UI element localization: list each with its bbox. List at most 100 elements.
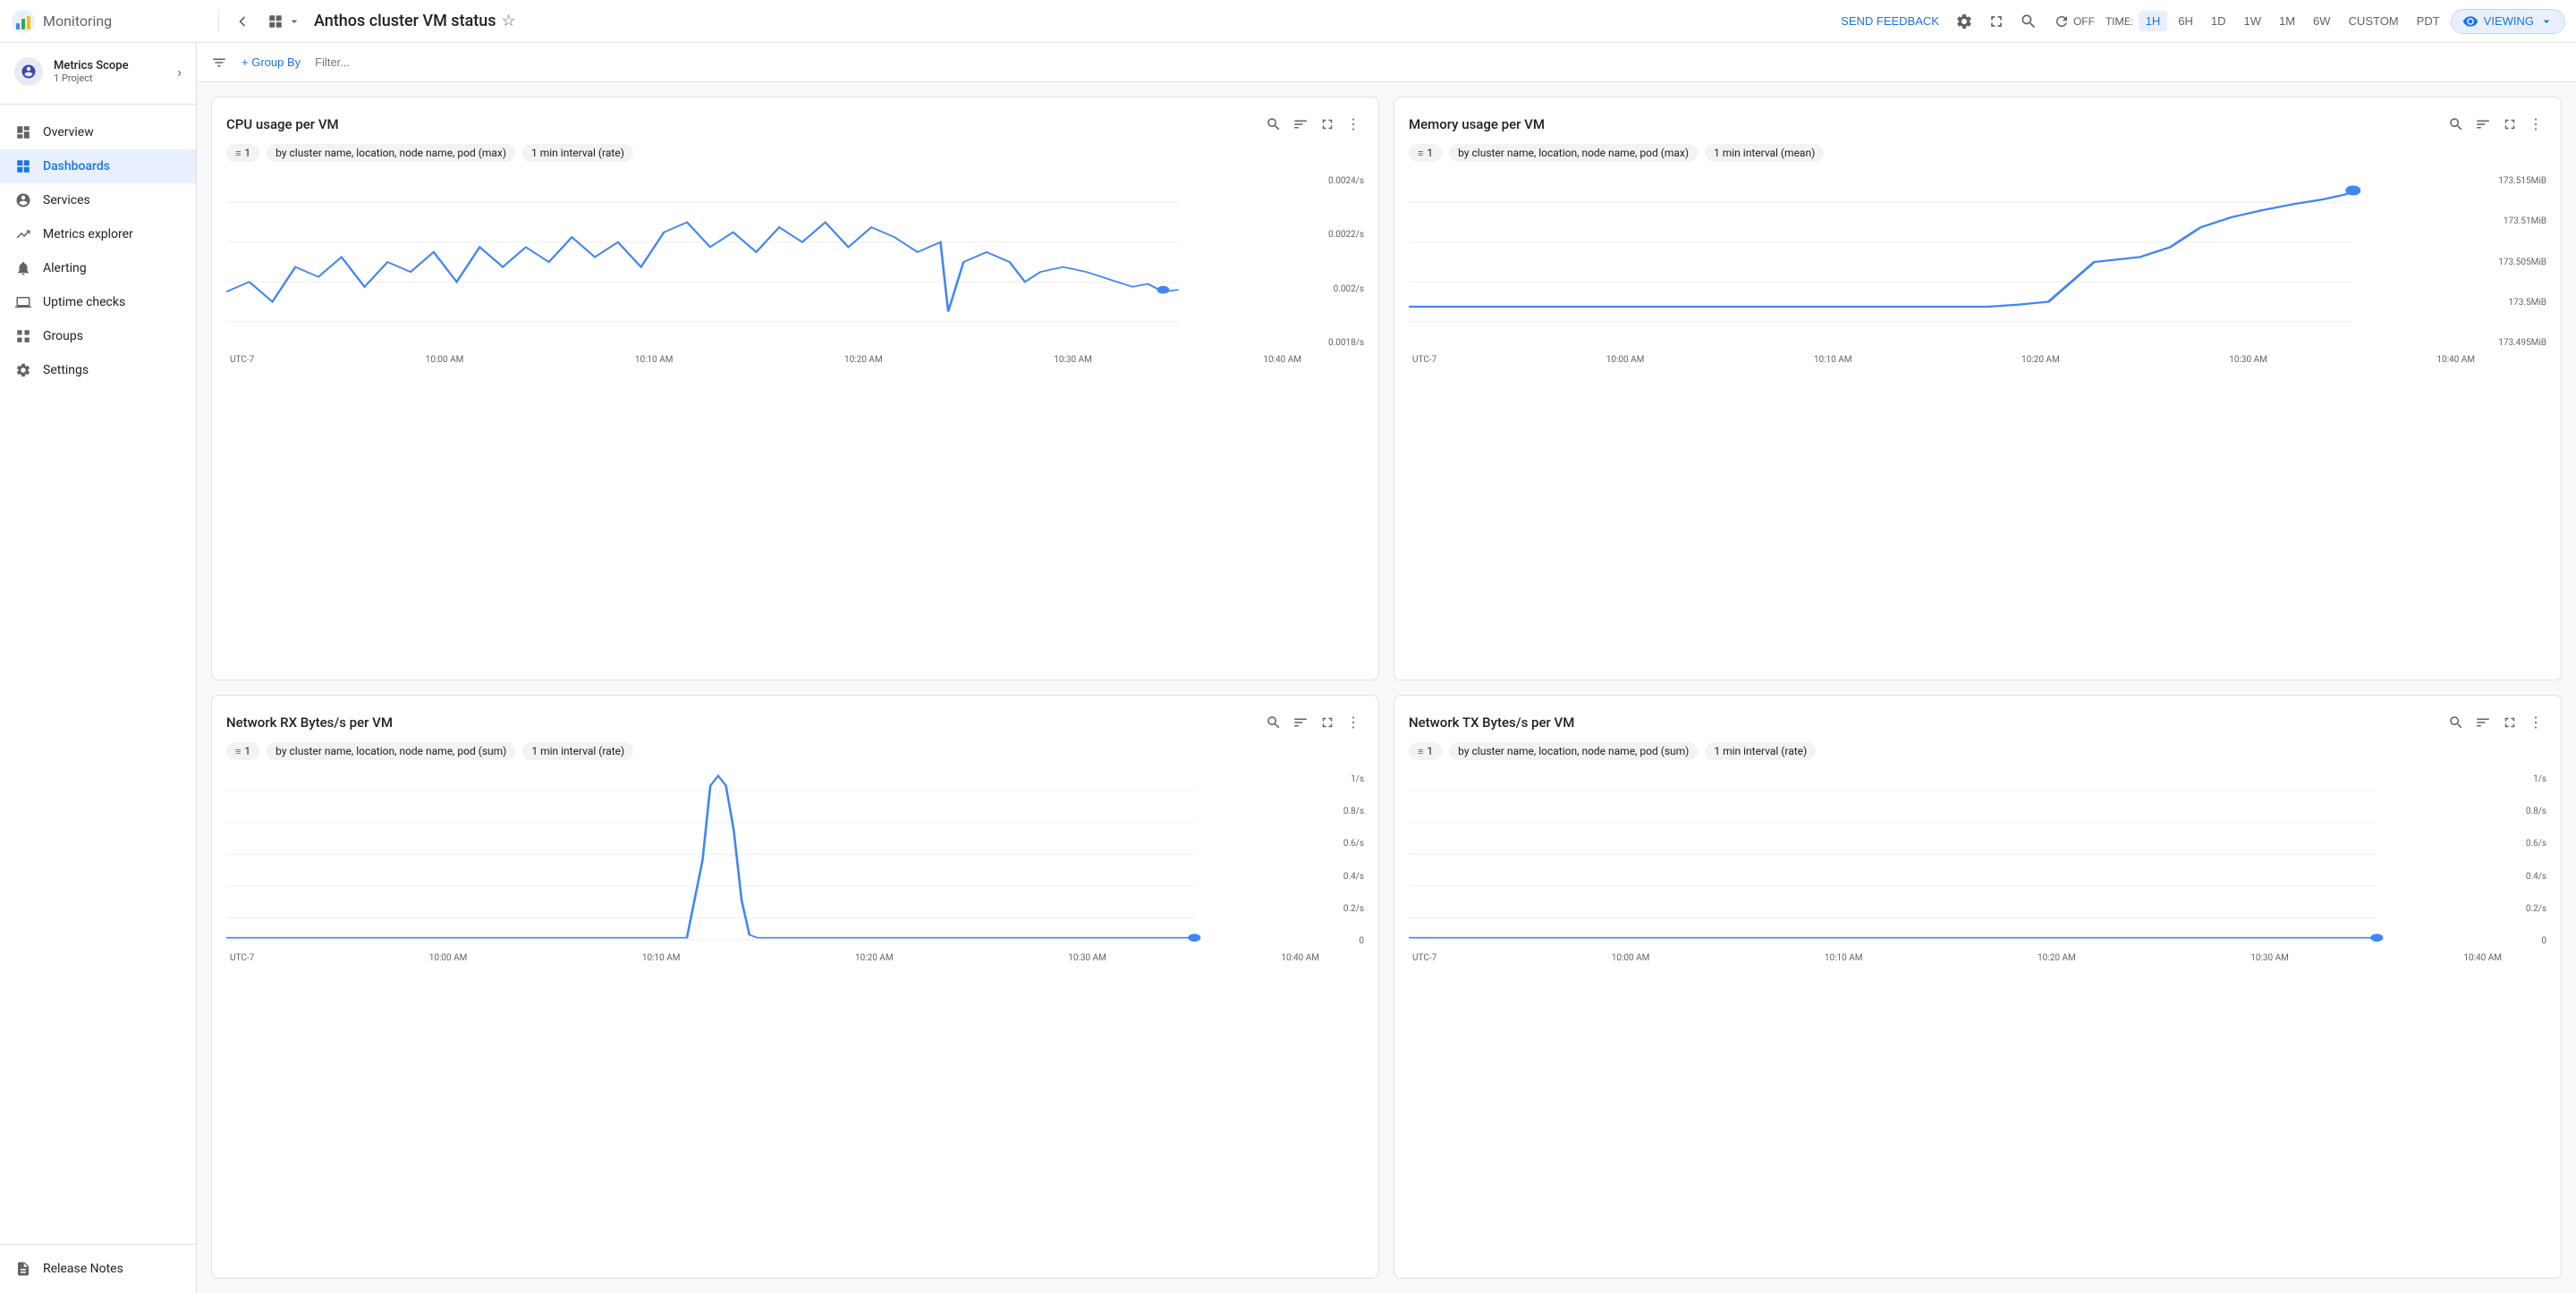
network-rx-expand-button[interactable]	[1316, 711, 1339, 734]
app-title: Monitoring	[43, 13, 112, 30]
network-tx-y-label-3: 0.4/s	[2526, 872, 2546, 882]
search-icon-button[interactable]	[2014, 7, 2043, 36]
time-1d-button[interactable]: 1D	[2204, 11, 2233, 31]
filter-input[interactable]	[315, 55, 2562, 69]
network-rx-chart-actions: ⋮	[1262, 710, 1364, 735]
sidebar-item-metrics-explorer[interactable]: Metrics explorer	[0, 217, 196, 251]
star-button[interactable]: ☆	[502, 12, 516, 30]
cpu-more-button[interactable]: ⋮	[1343, 112, 1364, 137]
network-tx-zoom-button[interactable]	[2445, 711, 2468, 734]
cpu-legend-button[interactable]	[1289, 113, 1312, 136]
time-1m-button[interactable]: 1M	[2272, 11, 2302, 31]
time-6w-button[interactable]: 6W	[2306, 11, 2338, 31]
sidebar-item-dashboards[interactable]: Dashboards	[0, 149, 196, 183]
main-layout: Metrics Scope 1 Project › Overview	[0, 43, 2576, 1293]
send-feedback-button[interactable]: SEND FEEDBACK	[1834, 9, 1946, 33]
time-6h-button[interactable]: 6H	[2171, 11, 2200, 31]
memory-interval: 1 min interval (mean)	[1714, 147, 1815, 159]
cpu-zoom-button[interactable]	[1262, 113, 1285, 136]
network-tx-legend-button[interactable]	[2471, 711, 2495, 734]
network-tx-y-label-2: 0.6/s	[2526, 839, 2546, 849]
uptime-checks-icon	[14, 294, 32, 310]
memory-more-button[interactable]: ⋮	[2525, 112, 2546, 137]
sidebar-item-label-metrics: Metrics explorer	[43, 227, 133, 241]
dashboards-icon	[14, 158, 32, 174]
sidebar-item-label-release-notes: Release Notes	[43, 1262, 123, 1276]
network-rx-chart-card: Network RX Bytes/s per VM	[211, 695, 1379, 1279]
cpu-chart-body: 0.0024/s 0.0022/s 0.002/s 0.0018/s UTC-7…	[226, 173, 1364, 665]
settings-icon-button[interactable]	[1950, 7, 1979, 36]
network-tx-expand-button[interactable]	[2498, 711, 2521, 734]
metrics-scope-item[interactable]: Metrics Scope 1 Project ›	[0, 50, 196, 93]
header-actions: SEND FEEDBACK OFF TIME: 1H 6H 1D	[1834, 7, 2565, 36]
sidebar-item-groups[interactable]: Groups	[0, 319, 196, 353]
memory-y-label-1: 173.51MiB	[2504, 216, 2546, 226]
network-tx-chart-filters: ≡ 1 by cluster name, location, node name…	[1409, 742, 2546, 760]
legend-icon	[1292, 714, 1309, 731]
memory-expand-button[interactable]	[2498, 113, 2521, 136]
network-tx-x-3: 10:20 AM	[2038, 953, 2076, 963]
services-icon	[14, 192, 32, 208]
cpu-filter-count: 1	[244, 147, 250, 159]
memory-x-5: 10:40 AM	[2436, 355, 2475, 365]
cpu-by-chip: by cluster name, location, node name, po…	[267, 144, 515, 162]
zoom-icon	[1266, 714, 1282, 731]
network-rx-by-chip: by cluster name, location, node name, po…	[267, 742, 515, 760]
memory-x-4: 10:30 AM	[2229, 355, 2267, 365]
sidebar-item-overview[interactable]: Overview	[0, 115, 196, 149]
dashboard-grid: CPU usage per VM	[197, 82, 2576, 1293]
time-1w-button[interactable]: 1W	[2236, 11, 2268, 31]
release-notes-icon	[14, 1261, 32, 1277]
metrics-scope-section: Metrics Scope 1 Project ›	[0, 43, 196, 100]
sidebar-item-services[interactable]: Services	[0, 183, 196, 217]
memory-legend-button[interactable]	[2471, 113, 2495, 136]
memory-x-1: 10:00 AM	[1606, 355, 1645, 365]
scope-text: Metrics Scope 1 Project	[54, 59, 166, 84]
sidebar-item-settings[interactable]: Settings	[0, 353, 196, 387]
sidebar: Metrics Scope 1 Project › Overview	[0, 43, 197, 1293]
cpu-x-2: 10:10 AM	[635, 355, 674, 365]
sidebar-item-uptime-checks[interactable]: Uptime checks	[0, 285, 196, 319]
network-rx-y-label-4: 0.2/s	[1343, 904, 1364, 914]
overview-icon	[14, 124, 32, 140]
sidebar-item-alerting[interactable]: Alerting	[0, 251, 196, 285]
network-tx-chart-actions: ⋮	[2445, 710, 2546, 735]
sidebar-item-release-notes[interactable]: Release Notes	[0, 1252, 196, 1286]
top-header: Monitoring Anthos cluster VM status ☆ SE…	[0, 0, 2576, 43]
network-tx-more-button[interactable]: ⋮	[2525, 710, 2546, 735]
network-tx-x-5: 10:40 AM	[2463, 953, 2502, 963]
network-rx-y-label-0: 1/s	[1351, 774, 1364, 784]
memory-x-2: 10:10 AM	[1814, 355, 1852, 365]
network-rx-x-axis: UTC-7 10:00 AM 10:10 AM 10:20 AM 10:30 A…	[226, 953, 1364, 963]
viewing-dropdown-icon	[2539, 14, 2554, 29]
fullscreen-icon-button[interactable]	[1982, 7, 2011, 36]
expand-icon	[1319, 714, 1335, 731]
network-tx-interval: 1 min interval (rate)	[1714, 745, 1807, 757]
back-button[interactable]	[230, 9, 255, 34]
memory-x-0: UTC-7	[1412, 355, 1436, 365]
expand-icon	[1319, 116, 1335, 132]
time-pdt-button[interactable]: PDT	[2410, 11, 2447, 31]
time-1h-button[interactable]: 1H	[2139, 11, 2168, 31]
zoom-icon	[1266, 116, 1282, 132]
logo-area: Monitoring	[11, 9, 208, 34]
memory-y-label-3: 173.5MiB	[2508, 298, 2546, 308]
network-rx-legend-button[interactable]	[1289, 711, 1312, 734]
legend-icon	[2475, 116, 2491, 132]
memory-usage-chart-card: Memory usage per VM	[1394, 97, 2562, 680]
cpu-expand-button[interactable]	[1316, 113, 1339, 136]
network-rx-more-button[interactable]: ⋮	[1343, 710, 1364, 735]
network-rx-filter-by: by cluster name, location, node name, po…	[275, 745, 506, 757]
network-tx-x-2: 10:10 AM	[1825, 953, 1863, 963]
memory-chart-title: Memory usage per VM	[1409, 116, 1545, 132]
network-rx-zoom-button[interactable]	[1262, 711, 1285, 734]
sidebar-item-label-dashboards: Dashboards	[43, 159, 110, 173]
network-rx-y-label-2: 0.6/s	[1343, 839, 1364, 849]
time-custom-button[interactable]: CUSTOM	[2342, 11, 2406, 31]
network-tx-y-label-1: 0.8/s	[2526, 807, 2546, 816]
auto-refresh-button[interactable]: OFF	[2046, 10, 2102, 33]
memory-zoom-button[interactable]	[2445, 113, 2468, 136]
group-by-button[interactable]: + Group By	[234, 52, 308, 72]
viewing-button[interactable]: VIEWING	[2451, 9, 2565, 34]
dashboard-type-button[interactable]	[260, 10, 309, 33]
